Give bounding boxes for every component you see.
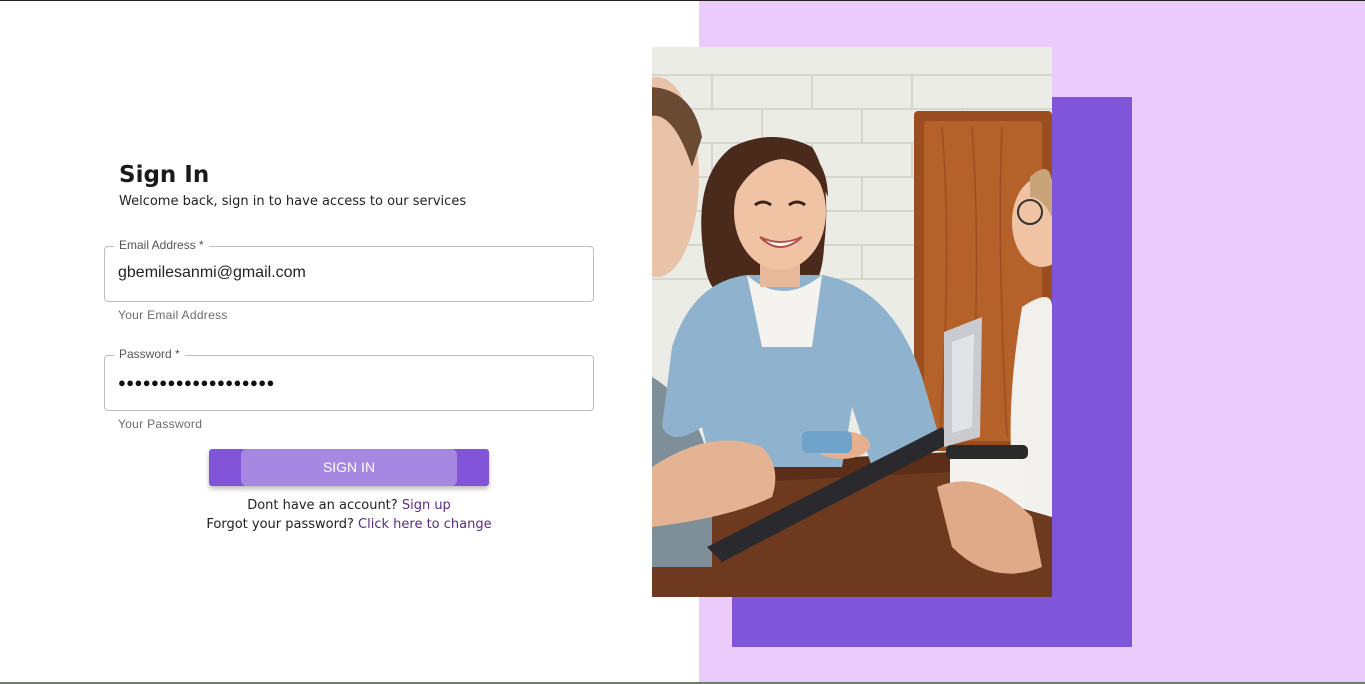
password-field-label: Password *: [114, 347, 185, 361]
hero-photo: [652, 47, 1052, 597]
email-input[interactable]: gbemilesanmi@gmail.com: [118, 264, 306, 282]
forgot-password-text: Forgot your password?: [206, 517, 354, 532]
page-subtitle: Welcome back, sign in to have access to …: [119, 194, 467, 209]
forgot-password-prompt: Forgot your password? Click here to chan…: [104, 517, 594, 532]
password-input[interactable]: ●●●●●●●●●●●●●●●●●●●: [118, 375, 275, 390]
password-field[interactable]: Password * ●●●●●●●●●●●●●●●●●●●: [104, 347, 594, 411]
change-password-link[interactable]: Click here to change: [358, 517, 492, 532]
photo-illustration: [652, 47, 1052, 597]
sign-in-button-label: SIGN IN: [322, 459, 376, 475]
sign-up-link[interactable]: Sign up: [402, 498, 451, 513]
sign-in-button[interactable]: SIGN IN: [209, 449, 489, 486]
email-field[interactable]: Email Address * gbemilesanmi@gmail.com: [104, 238, 594, 302]
password-helper-text: Your Password: [118, 417, 203, 431]
sign-in-panel: [0, 1, 699, 682]
email-helper-text: Your Email Address: [118, 308, 228, 322]
email-field-label: Email Address *: [114, 238, 209, 252]
signup-prompt-text: Dont have an account?: [247, 498, 398, 513]
signup-prompt: Dont have an account? Sign up: [104, 498, 594, 513]
page-title: Sign In: [119, 162, 210, 188]
